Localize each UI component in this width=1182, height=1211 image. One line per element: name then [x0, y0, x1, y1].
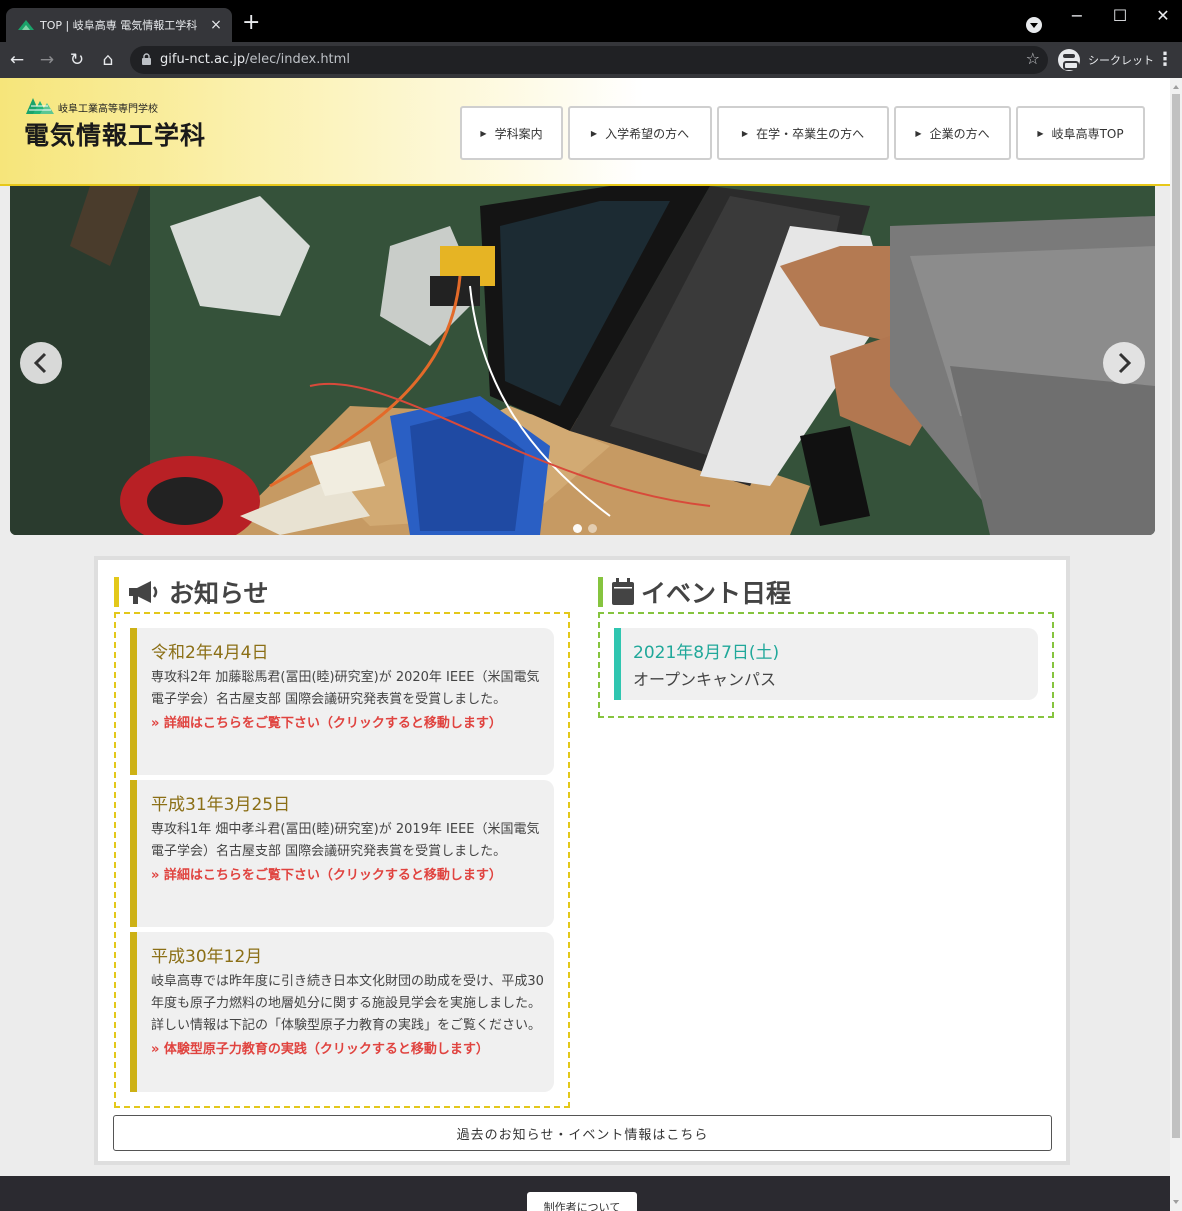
events-heading: イベント日程 [598, 576, 791, 608]
nav-label: 企業の方へ [929, 126, 990, 141]
page-scrollbar[interactable] [1170, 78, 1182, 1211]
news-heading-text: お知らせ [169, 579, 269, 608]
chevron-left-icon [33, 352, 47, 374]
news-detail-link[interactable]: » 体験型原子力教育の実践（クリックすると移動します） [151, 1043, 544, 1057]
tab-close-icon[interactable]: × [208, 17, 224, 33]
hero-slider[interactable] [10, 186, 1155, 535]
site-footer: 制作者について [0, 1176, 1170, 1211]
chevron-right-icon [1118, 352, 1132, 374]
nav-department-guide[interactable]: ▶ 学科案内 [460, 106, 563, 160]
news-list: 令和2年4月4日 専攻科2年 加藤聡馬君(冨田(睦)研究室)が 2020年 IE… [114, 612, 570, 1108]
events-heading-bar [598, 577, 603, 607]
slider-dot-2[interactable] [588, 524, 597, 533]
close-window-button[interactable]: ✕ [1148, 6, 1178, 25]
hero-photo [10, 186, 1155, 535]
school-name: 岐阜工業高等専門学校 [58, 104, 158, 115]
nav-companies[interactable]: ▶ 企業の方へ [894, 106, 1011, 160]
slider-dot-1[interactable] [573, 524, 582, 533]
favicon-icon [18, 20, 34, 30]
news-item: 令和2年4月4日 専攻科2年 加藤聡馬君(冨田(睦)研究室)が 2020年 IE… [130, 628, 554, 775]
tab-search-icon[interactable] [1026, 17, 1042, 33]
news-detail-link[interactable]: » 詳細はこちらをご覧下さい（クリックすると移動します） [151, 717, 544, 731]
slider-next-button[interactable] [1103, 342, 1145, 384]
back-button[interactable]: ← [6, 50, 28, 70]
incognito-badge[interactable]: シークレット [1058, 48, 1154, 72]
events-heading-text: イベント日程 [641, 579, 792, 608]
page-viewport: 岐阜工業高等専門学校 電気情報工学科 ▶ 学科案内 ▶ 入学希望の方へ ▶ 在学… [0, 78, 1170, 1211]
new-tab-button[interactable]: + [242, 12, 260, 34]
nav-students-alumni[interactable]: ▶ 在学・卒業生の方へ [717, 106, 889, 160]
nav-label: 岐阜高専TOP [1051, 126, 1124, 141]
content-card: お知らせ イベント日程 令和2年4月4日 専攻科2年 加藤聡馬君(冨田(睦)研究… [94, 556, 1070, 1165]
browser-tab[interactable]: TOP | 岐阜高専 電気情報工学科 × [6, 8, 232, 42]
slider-dots [573, 524, 597, 533]
nav-label: 学科案内 [494, 126, 543, 141]
news-date: 令和2年4月4日 [151, 643, 269, 663]
news-body: 専攻科1年 畑中孝斗君(冨田(睦)研究室)が 2019年 IEEE（米国電気電子… [151, 822, 540, 859]
nav-prospective-students[interactable]: ▶ 入学希望の方へ [568, 106, 712, 160]
scrollbar-thumb[interactable] [1172, 94, 1180, 1138]
url-domain: gifu-nct.ac.jp [160, 52, 246, 67]
nav-label: 在学・卒業生の方へ [756, 126, 865, 141]
about-creators-button[interactable]: 制作者について [527, 1192, 637, 1211]
news-heading-bar [114, 577, 119, 607]
incognito-label: シークレット [1088, 54, 1154, 67]
nav-gifu-nct-top[interactable]: ▶ 岐阜高専TOP [1016, 106, 1145, 160]
browser-toolbar: ← → ↻ ⌂ gifu-nct.ac.jp/elec/index.html ☆… [0, 42, 1182, 78]
bookmark-star-icon[interactable]: ☆ [1026, 49, 1040, 68]
news-date: 平成31年3月25日 [151, 795, 291, 815]
news-detail-link[interactable]: » 詳細はこちらをご覧下さい（クリックすると移動します） [151, 869, 544, 883]
forward-button[interactable]: → [36, 50, 58, 70]
caret-right-icon: ▶ [590, 128, 598, 138]
news-heading: お知らせ [114, 576, 269, 608]
slider-prev-button[interactable] [20, 342, 62, 384]
archive-button[interactable]: 過去のお知らせ・イベント情報はこちら [113, 1115, 1052, 1151]
browser-menu-icon[interactable]: ⋮ [1156, 49, 1174, 70]
url-path: /elec/index.html [245, 52, 350, 67]
caret-right-icon: ▶ [915, 128, 922, 138]
news-body: 岐阜高専では昨年度に引き続き日本文化財団の助成を受け、平成30年度も原子力燃料の… [151, 974, 544, 1033]
scroll-up-icon[interactable] [1173, 82, 1179, 89]
home-button[interactable]: ⌂ [97, 50, 119, 70]
event-item: 2021年8月7日(土) オープンキャンパス [614, 628, 1038, 700]
event-date: 2021年8月7日(土) [633, 643, 780, 663]
news-date: 平成30年12月 [151, 947, 263, 967]
nav-label: 入学希望の方へ [605, 126, 690, 141]
lock-icon [142, 53, 151, 65]
event-title[interactable]: オープンキャンパス [633, 666, 1026, 690]
minimize-button[interactable]: − [1062, 6, 1092, 25]
caret-right-icon: ▶ [741, 128, 749, 138]
incognito-icon [1058, 49, 1080, 71]
url-text: gifu-nct.ac.jp/elec/index.html [160, 52, 350, 67]
news-body: 専攻科2年 加藤聡馬君(冨田(睦)研究室)が 2020年 IEEE（米国電気電子… [151, 670, 540, 707]
news-item: 平成30年12月 岐阜高専では昨年度に引き続き日本文化財団の助成を受け、平成30… [130, 932, 554, 1092]
caret-right-icon: ▶ [1037, 128, 1044, 138]
scroll-down-icon[interactable] [1173, 1200, 1179, 1207]
events-list: 2021年8月7日(土) オープンキャンパス [598, 612, 1054, 718]
department-title[interactable]: 電気情報工学科 [24, 116, 206, 152]
megaphone-icon [129, 581, 158, 604]
school-logo-icon [26, 98, 54, 114]
news-item: 平成31年3月25日 専攻科1年 畑中孝斗君(冨田(睦)研究室)が 2019年 … [130, 780, 554, 927]
site-header: 岐阜工業高等専門学校 電気情報工学科 ▶ 学科案内 ▶ 入学希望の方へ ▶ 在学… [0, 78, 1170, 186]
calendar-icon [612, 578, 634, 605]
browser-tabstrip: TOP | 岐阜高専 電気情報工学科 × + − ☐ ✕ [0, 0, 1182, 42]
tab-title: TOP | 岐阜高専 電気情報工学科 [40, 19, 198, 32]
address-bar[interactable]: gifu-nct.ac.jp/elec/index.html ☆ [130, 46, 1048, 74]
caret-right-icon: ▶ [480, 128, 487, 138]
reload-button[interactable]: ↻ [66, 50, 88, 70]
maximize-button[interactable]: ☐ [1105, 6, 1135, 25]
